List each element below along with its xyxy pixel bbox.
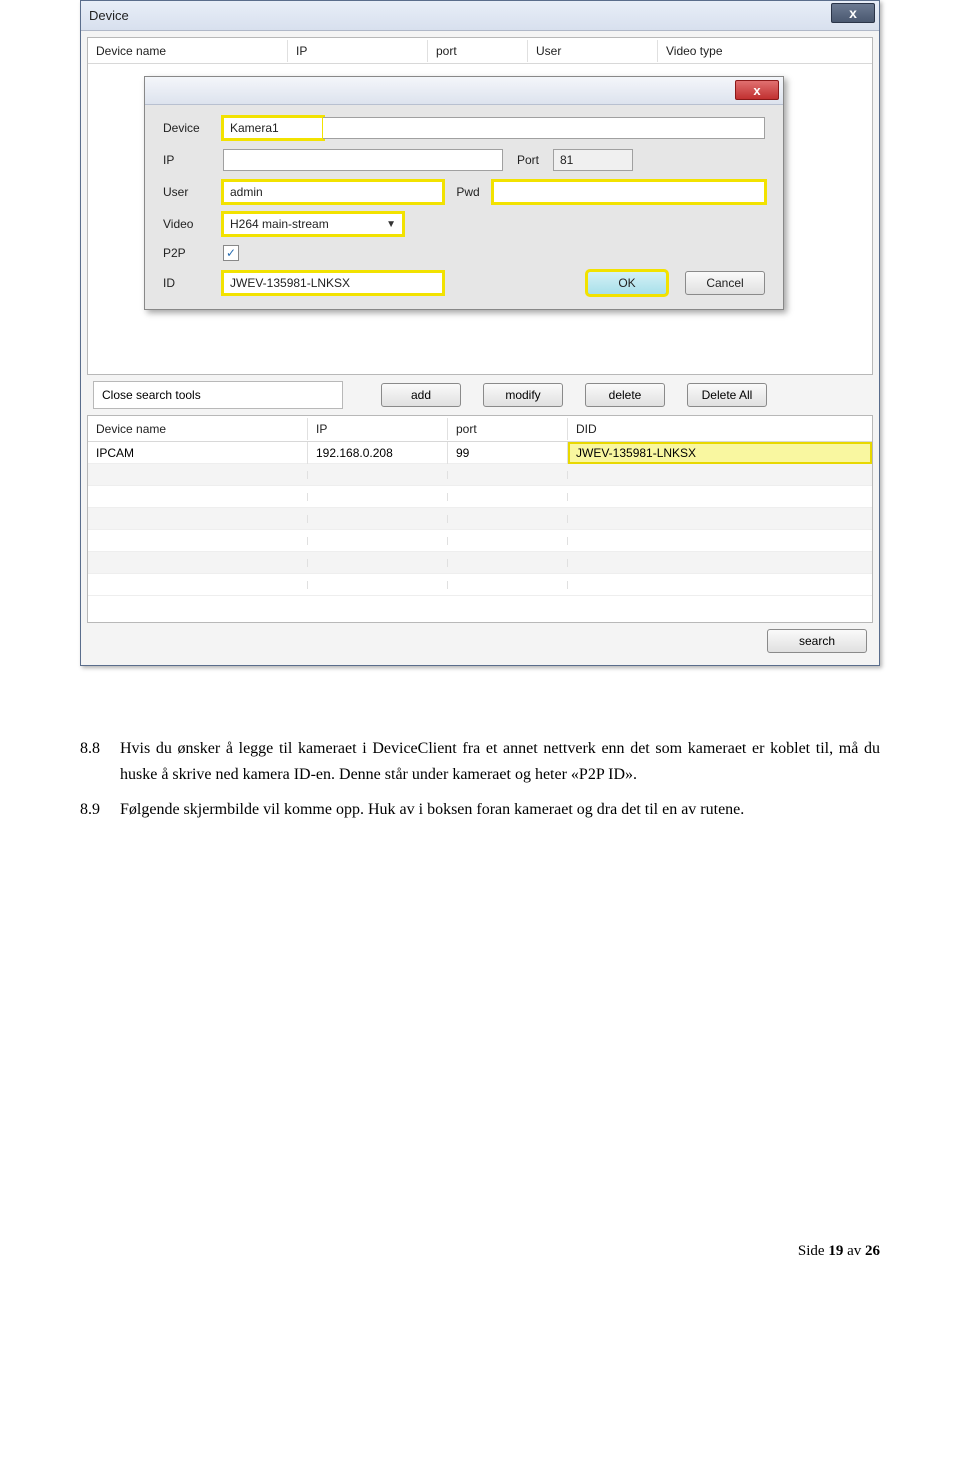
cell-did: JWEV-135981-LNKSX bbox=[568, 442, 872, 464]
user-input[interactable]: admin bbox=[223, 181, 443, 203]
id-input[interactable]: JWEV-135981-LNKSX bbox=[223, 272, 443, 294]
window-title: Device bbox=[89, 8, 129, 23]
close-icon: x bbox=[849, 5, 857, 21]
label-ip: IP bbox=[163, 153, 223, 167]
lower-table-body: IPCAM 192.168.0.208 99 JWEV-135981-LNKSX bbox=[88, 442, 872, 622]
document-body-text: 8.8 Hvis du ønsker å legge til kameraet … bbox=[80, 736, 880, 823]
col2-port[interactable]: port bbox=[448, 418, 568, 440]
port-input[interactable]: 81 bbox=[553, 149, 633, 171]
dialog-titlebar: x bbox=[145, 77, 783, 105]
window-close-button[interactable]: x bbox=[831, 3, 875, 23]
video-select[interactable]: H264 main-stream ▼ bbox=[223, 213, 403, 235]
col-ip[interactable]: IP bbox=[288, 40, 428, 62]
modify-button[interactable]: modify bbox=[483, 383, 563, 407]
label-pwd: Pwd bbox=[443, 185, 493, 199]
lower-device-table: Device name IP port DID IPCAM 192.168.0.… bbox=[87, 415, 873, 623]
label-p2p: P2P bbox=[163, 246, 223, 260]
device-window: Device x Device name IP port User Video … bbox=[80, 0, 880, 666]
label-id: ID bbox=[163, 276, 223, 290]
toolbar-row: Close search tools add modify delete Del… bbox=[87, 375, 873, 415]
col2-ip[interactable]: IP bbox=[308, 418, 448, 440]
para-number: 8.8 bbox=[80, 736, 120, 787]
ok-button[interactable]: OK bbox=[587, 271, 667, 295]
dialog-close-button[interactable]: x bbox=[735, 80, 779, 100]
upper-device-table: Device name IP port User Video type x bbox=[87, 37, 873, 375]
col-video-type[interactable]: Video type bbox=[658, 40, 872, 62]
search-row: search bbox=[87, 623, 873, 659]
table-row bbox=[88, 508, 872, 530]
device-name-input[interactable]: Kamera1 bbox=[223, 117, 323, 139]
col-port[interactable]: port bbox=[428, 40, 528, 62]
para-number: 8.9 bbox=[80, 797, 120, 823]
close-icon: x bbox=[753, 83, 760, 98]
table-row bbox=[88, 486, 872, 508]
label-device: Device bbox=[163, 121, 223, 135]
cell-port: 99 bbox=[448, 442, 568, 464]
col-user[interactable]: User bbox=[528, 40, 658, 62]
cell-name: IPCAM bbox=[88, 442, 308, 464]
label-port: Port bbox=[503, 153, 553, 167]
para-text: Hvis du ønsker å legge til kameraet i De… bbox=[120, 736, 880, 787]
upper-table-body: x Device Kamera1 bbox=[88, 64, 872, 374]
close-search-tools[interactable]: Close search tools bbox=[93, 381, 343, 409]
pwd-input[interactable] bbox=[493, 181, 765, 203]
col-device-name[interactable]: Device name bbox=[88, 40, 288, 62]
ip-input[interactable] bbox=[223, 149, 503, 171]
table-row bbox=[88, 552, 872, 574]
p2p-checkbox[interactable]: ✓ bbox=[223, 245, 239, 261]
device-edit-dialog: x Device Kamera1 bbox=[144, 76, 784, 310]
para-text: Følgende skjermbilde vil komme opp. Huk … bbox=[120, 797, 880, 823]
chevron-down-icon: ▼ bbox=[386, 219, 396, 230]
search-button[interactable]: search bbox=[767, 629, 867, 653]
col2-did[interactable]: DID bbox=[568, 418, 872, 440]
table-row[interactable]: IPCAM 192.168.0.208 99 JWEV-135981-LNKSX bbox=[88, 442, 872, 464]
add-button[interactable]: add bbox=[381, 383, 461, 407]
device-name-input-ext[interactable] bbox=[323, 117, 765, 139]
delete-all-button[interactable]: Delete All bbox=[687, 383, 767, 407]
upper-table-header: Device name IP port User Video type bbox=[88, 38, 872, 64]
label-video: Video bbox=[163, 217, 223, 231]
delete-button[interactable]: delete bbox=[585, 383, 665, 407]
label-user: User bbox=[163, 185, 223, 199]
table-row bbox=[88, 464, 872, 486]
table-row bbox=[88, 574, 872, 596]
window-titlebar: Device x bbox=[81, 1, 879, 31]
cancel-button[interactable]: Cancel bbox=[685, 271, 765, 295]
col2-device-name[interactable]: Device name bbox=[88, 418, 308, 440]
page-footer: Side 19 av 26 bbox=[80, 1243, 880, 1260]
cell-ip: 192.168.0.208 bbox=[308, 442, 448, 464]
table-row bbox=[88, 530, 872, 552]
lower-table-header: Device name IP port DID bbox=[88, 416, 872, 442]
